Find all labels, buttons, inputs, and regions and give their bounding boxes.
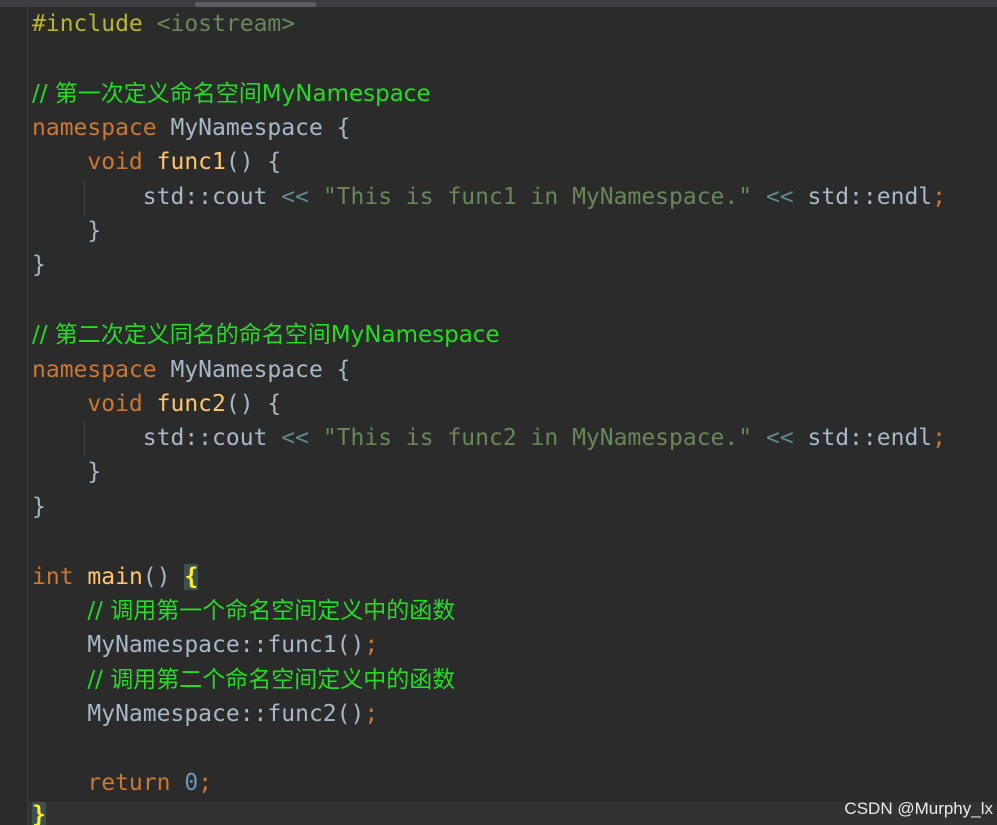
operator: << [281,184,309,210]
code-line-14[interactable]: } [32,457,101,487]
std-identifier: std::cout [142,184,268,210]
editor-tab-strip [0,0,997,7]
keyword: namespace [32,357,157,383]
punctuation: () [142,564,171,590]
code-line-21[interactable]: MyNamespace::func2(); [32,699,378,729]
code-line-13[interactable]: std::cout << "This is func2 in MyNamespa… [32,423,946,453]
operator: << [281,425,309,451]
keyword: int [32,564,74,590]
keyword: void [87,149,143,175]
std-identifier: std::endl [807,184,933,210]
code-line-8[interactable]: } [32,250,46,280]
matched-brace: } [32,802,46,825]
comment: // 第一次定义命名空间MyNamespace [32,81,431,107]
comment: // 调用第二个命名空间定义中的函数 [87,667,456,693]
brace: { [336,115,351,141]
std-identifier: std::cout [142,425,268,451]
brace: { [336,357,351,383]
comment: // 调用第一个命名空间定义中的函数 [87,598,456,624]
horizontal-scroll-thumb[interactable] [195,2,316,7]
watermark: CSDN @Murphy_lx [844,799,993,818]
function-name: func1 [156,149,226,175]
function-name: main [87,564,143,590]
semicolon: ; [932,184,946,210]
number-literal: 0 [184,770,199,796]
code-line-1[interactable]: #include <iostream> [32,9,295,39]
code-line-3[interactable]: // 第一次定义命名空间MyNamespace [32,79,431,109]
namespace-name: MyNamespace [170,115,323,141]
keyword: namespace [32,115,157,141]
gutter-divider [27,0,28,825]
brace: } [87,459,102,485]
comment: // 第二次定义同名的命名空间MyNamespace [32,322,500,348]
code-line-5[interactable]: void func1() { [32,147,281,177]
punctuation: () { [225,391,282,417]
brace: } [32,494,46,520]
brace: } [32,252,46,278]
string-literal: "This is func2 in MyNamespace." [322,425,753,451]
code-line-7[interactable]: } [32,216,101,246]
keyword: void [87,391,143,417]
code-line-19[interactable]: MyNamespace::func1(); [32,630,378,660]
function-call: MyNamespace::func1() [87,632,365,658]
preprocessor-directive: #include [32,11,143,37]
code-line-23[interactable]: return 0; [32,768,212,798]
code-line-12[interactable]: void func2() { [32,389,281,419]
code-line-24[interactable]: } [32,800,46,825]
code-line-20[interactable]: // 调用第二个命名空间定义中的函数 [32,665,455,695]
punctuation: () { [225,149,282,175]
namespace-name: MyNamespace [170,357,323,383]
semicolon: ; [198,770,213,796]
keyword: return [87,770,171,796]
function-call: MyNamespace::func2() [87,701,365,727]
std-identifier: std::endl [807,425,933,451]
matched-brace: { [184,564,199,590]
semicolon: ; [364,701,379,727]
include-header: <iostream> [156,11,296,37]
code-line-10[interactable]: // 第二次定义同名的命名空间MyNamespace [32,320,500,350]
code-line-6[interactable]: std::cout << "This is func1 in MyNamespa… [32,182,946,212]
operator: << [765,184,794,210]
code-line-15[interactable]: } [32,492,46,522]
code-line-4[interactable]: namespace MyNamespace { [32,113,351,143]
string-literal: "This is func1 in MyNamespace." [322,184,753,210]
code-line-18[interactable]: // 调用第一个命名空间定义中的函数 [32,596,455,626]
semicolon: ; [932,425,946,451]
code-editor[interactable]: #include <iostream> // 第一次定义命名空间MyNamesp… [0,0,997,825]
code-line-17[interactable]: int main() { [32,562,199,592]
function-name: func2 [156,391,226,417]
operator: << [765,425,794,451]
brace: } [87,218,102,244]
semicolon: ; [364,632,379,658]
code-line-11[interactable]: namespace MyNamespace { [32,355,351,385]
